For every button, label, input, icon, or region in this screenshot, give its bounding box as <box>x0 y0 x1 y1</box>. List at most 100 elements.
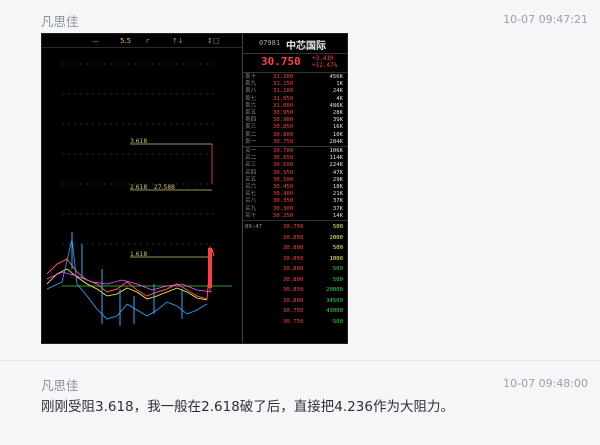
post: 凡思佳 10-07 09:48:00 刚刚受阻3.618，我一般在2.618破了… <box>0 360 600 445</box>
tick-price: 30.850 <box>283 234 304 241</box>
order-price: 30.350 <box>273 198 294 205</box>
tick-price: 30.750 <box>283 308 304 314</box>
order-book-row: 买十 30.250 14K <box>243 212 347 220</box>
order-level-label: 卖八 <box>245 88 257 95</box>
order-book-row: 买二 30.650 114K <box>243 155 347 162</box>
ma-line-blue <box>46 238 208 320</box>
last-price: 30.750 <box>261 55 301 68</box>
order-price: 30.950 <box>273 110 294 116</box>
fib-level-label: 3.618 <box>130 138 148 145</box>
quote-panel: 07981 中芯国际 30.750 +3.410 +12.47% 卖十 31.20… <box>243 34 347 343</box>
order-price: 30.900 <box>273 117 294 124</box>
price-change: +3.410 <box>312 55 334 62</box>
fib-level-label: 1.618 <box>130 251 148 258</box>
order-book-row: 买七 30.400 21K <box>243 191 347 198</box>
order-level-label: 卖一 <box>245 138 257 145</box>
order-price: 30.400 <box>273 191 294 198</box>
tick-row: 30.800 500 <box>243 265 347 273</box>
order-volume: 4K <box>336 95 343 102</box>
message-feed: 凡思佳 10-07 09:47:21 — 5.5 г ↑↓ ↕□ 3.618 2… <box>0 0 600 445</box>
stock-name: 中芯国际 <box>286 41 326 52</box>
tick-price: 30.800 <box>283 297 304 304</box>
order-volume: 106K <box>329 148 343 154</box>
stock-chart-screenshot[interactable]: — 5.5 г ↑↓ ↕□ 3.618 2.618 27.588 1.618 0… <box>41 33 348 344</box>
tick-row: 30.800 34500 <box>243 297 347 305</box>
post-author[interactable]: 凡思佳 <box>41 375 79 394</box>
tick-row: 30.850 1000 <box>243 255 347 263</box>
order-level-label: 买九 <box>245 205 257 212</box>
order-volume: 14K <box>332 212 343 219</box>
order-volume: 456K <box>329 74 343 80</box>
order-volume: 10K <box>332 131 343 138</box>
tick-price: 30.750 <box>283 318 304 325</box>
tick-row: 30.750 500 <box>243 318 347 326</box>
tick-row: 30.800 500 <box>243 244 347 252</box>
order-level-label: 卖十 <box>245 74 257 80</box>
post-author[interactable]: 凡思佳 <box>41 11 79 30</box>
order-book-row: 卖五 30.950 28K <box>243 110 347 117</box>
tick-volume: 500 <box>332 266 343 272</box>
order-book-row: 卖十 31.200 456K <box>243 74 347 81</box>
order-price: 31.050 <box>273 95 294 102</box>
order-price: 30.850 <box>273 124 294 131</box>
order-volume: 486K <box>329 102 343 109</box>
tick-row: 09:47 30.750 500 <box>243 223 347 231</box>
order-volume: 37K <box>332 205 343 212</box>
tick-price: 30.850 <box>283 287 304 293</box>
tick-volume: 34500 <box>326 297 343 304</box>
order-level-label: 买一 <box>245 148 257 154</box>
order-price: 30.600 <box>273 162 294 169</box>
order-price: 30.700 <box>273 148 294 154</box>
order-book-row: 买五 30.500 29K <box>243 176 347 184</box>
quote-header: 07981 中芯国际 <box>243 34 347 54</box>
separator <box>243 220 347 221</box>
tick-price: 30.850 <box>283 255 304 262</box>
tick-price: 30.800 <box>283 245 304 251</box>
post: 凡思佳 10-07 09:47:21 — 5.5 г ↑↓ ↕□ 3.618 2… <box>0 0 600 360</box>
order-book-row: 卖七 31.050 4K <box>243 95 347 103</box>
order-volume: 37K <box>332 198 343 205</box>
order-volume: 114K <box>329 155 343 162</box>
order-level-label: 卖二 <box>245 131 257 138</box>
order-price: 30.450 <box>273 184 294 190</box>
order-volume: 39K <box>332 117 343 124</box>
order-price: 30.500 <box>273 176 294 183</box>
order-book-row: 卖八 31.100 24K <box>243 88 347 95</box>
order-price: 30.750 <box>273 138 294 145</box>
order-volume: 1K <box>336 81 343 88</box>
post-timestamp: 10-07 09:47:21 <box>503 13 588 26</box>
tick-volume: 20000 <box>326 287 343 293</box>
tick-row: 30.750 43000 <box>243 307 347 315</box>
order-book-row: 买六 30.450 18K <box>243 184 347 191</box>
order-price: 30.650 <box>273 155 294 162</box>
tick-volume: 43000 <box>326 308 343 314</box>
tick-price: 30.800 <box>283 276 304 283</box>
kline-chart: — 5.5 г ↑↓ ↕□ 3.618 2.618 27.588 1.618 <box>42 34 242 343</box>
order-level-label: 卖五 <box>245 110 257 116</box>
order-level-label: 买四 <box>245 169 257 176</box>
fib-level-label: 2.618 <box>130 184 148 191</box>
order-volume: 224K <box>329 162 343 169</box>
order-level-label: 买五 <box>245 176 257 183</box>
order-volume: 16K <box>332 124 343 131</box>
tick-volume: 500 <box>332 318 343 325</box>
order-price: 31.100 <box>273 88 294 95</box>
order-volume: 47K <box>332 169 343 176</box>
tick-row: 30.800 500 <box>243 276 347 284</box>
tick-row: 30.850 2000 <box>243 234 347 242</box>
order-level-label: 卖三 <box>245 124 257 131</box>
order-level-label: 买八 <box>245 198 257 205</box>
order-price: 31.150 <box>273 81 294 88</box>
order-book-row: 卖一 30.750 284K <box>243 138 347 146</box>
tick-price: 30.800 <box>283 266 304 272</box>
order-level-label: 卖六 <box>245 102 257 109</box>
order-volume: 284K <box>329 138 343 145</box>
order-level-label: 买三 <box>245 162 257 169</box>
order-book-row: 卖四 30.900 39K <box>243 117 347 124</box>
order-book-row: 卖六 31.000 486K <box>243 102 347 110</box>
order-book-row: 买四 30.550 47K <box>243 169 347 177</box>
price-change-pct: +12.47% <box>312 62 338 69</box>
tick-volume: 500 <box>332 224 343 230</box>
post-timestamp: 10-07 09:48:00 <box>503 377 588 390</box>
order-book-row: 卖三 30.850 16K <box>243 124 347 131</box>
